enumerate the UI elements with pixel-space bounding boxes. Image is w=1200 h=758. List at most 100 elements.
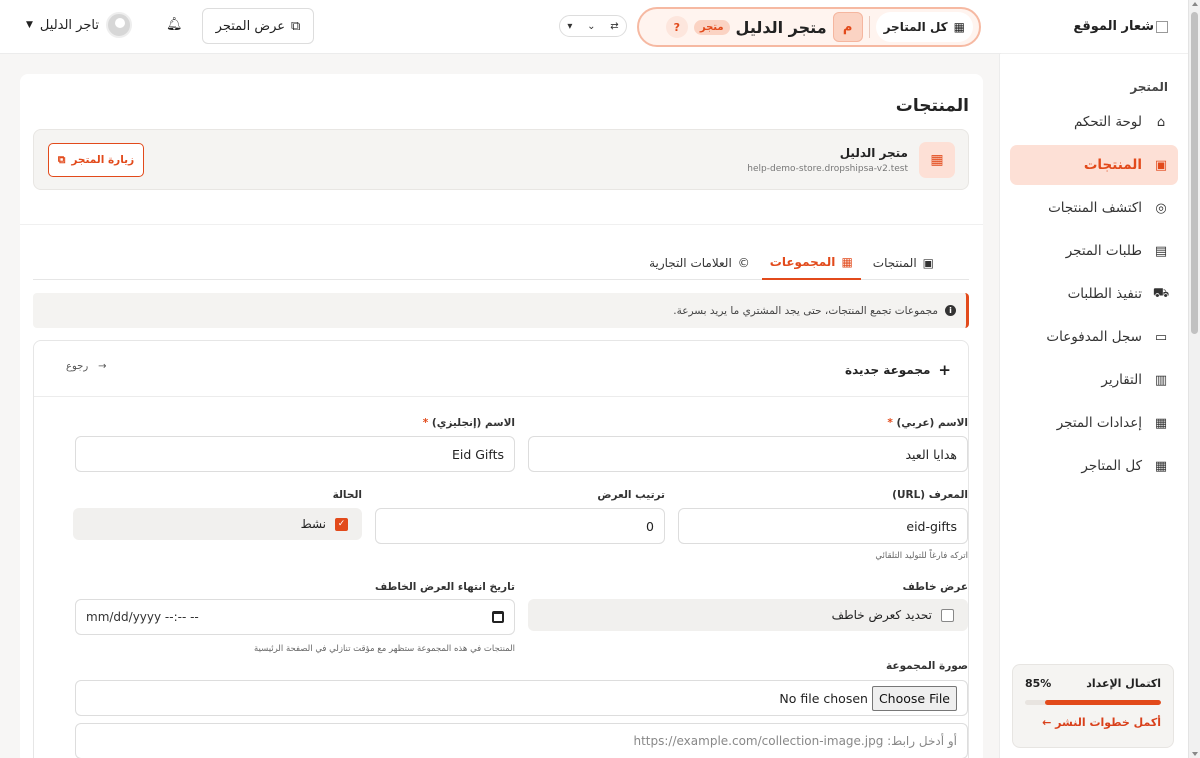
- tab-products[interactable]: ▣ المنتجات: [865, 246, 942, 280]
- scroll-thumb[interactable]: [1191, 12, 1198, 334]
- tab-label: المنتجات: [872, 256, 917, 270]
- tab-brands[interactable]: © العلامات التجارية: [641, 246, 758, 280]
- sidebar-item-label: تنفيذ الطلبات: [1067, 286, 1142, 302]
- flash-sale-toggle[interactable]: تحديد كعرض خاطف: [528, 599, 968, 631]
- all-stores-button[interactable]: ▦ كل المتاجر: [875, 12, 973, 42]
- name-en-input[interactable]: Eid Gifts: [75, 436, 515, 472]
- page-scrollbar[interactable]: [1188, 0, 1200, 758]
- truck-icon: ⛟: [1152, 285, 1170, 301]
- sidebar-item-label: طلبات المتجر: [1065, 243, 1142, 259]
- view-store-label: عرض المتجر: [215, 18, 286, 34]
- store-url: help-demo-store.dropshipsa-v2.test: [747, 164, 908, 174]
- sidebar-item-label: إعدادات المتجر: [1056, 415, 1142, 431]
- grid-icon: ▦: [1154, 458, 1168, 474]
- choose-file-button[interactable]: Choose File: [871, 685, 957, 711]
- display-order-label: ترتيب العرض: [597, 489, 665, 501]
- setup-progress-card: اكتمال الإعداد 85% أكمل خطوات النشر ←: [1012, 664, 1174, 748]
- sidebar-item-settings[interactable]: ▦ إعدادات المتجر: [1010, 403, 1178, 443]
- checkbox-icon[interactable]: [941, 608, 954, 622]
- sidebar-item-reports[interactable]: ▥ التقارير: [1010, 360, 1178, 400]
- scroll-up-icon[interactable]: [1192, 2, 1198, 6]
- flash-hint: المنتجات في هذه المجموعة ستظهر مع مؤقت ت…: [253, 644, 515, 654]
- calendar-icon[interactable]: [492, 611, 504, 623]
- sidebar-item-dashboard[interactable]: ⌂ لوحة التحكم: [1010, 102, 1178, 142]
- slug-hint: اتركه فارغاً للتوليد التلقائي: [875, 551, 968, 561]
- swap-icon: ⇄: [610, 20, 619, 32]
- name-ar-input[interactable]: هدايا العيد: [528, 436, 968, 472]
- home-icon: ⌂: [1156, 114, 1166, 130]
- sidebar-item-label: المنتجات: [1083, 157, 1142, 173]
- back-label: رجوع: [66, 361, 89, 372]
- receipt-icon: ▤: [1154, 243, 1168, 259]
- store-name: متجر الدليل: [839, 146, 908, 160]
- name-ar-label: الاسم (عربي) *: [528, 417, 968, 429]
- tab-collections[interactable]: ▦ المجموعات: [761, 246, 861, 280]
- arrow-right-icon: →: [98, 361, 107, 372]
- page-title: المنتجات: [895, 96, 969, 116]
- external-link-icon: ⧉: [291, 18, 301, 34]
- info-alert: i مجموعات تجمع المنتجات، حتى يجد المشتري…: [33, 293, 969, 328]
- sidebar-item-fulfillment[interactable]: ⛟ تنفيذ الطلبات: [1010, 274, 1178, 314]
- bell-icon[interactable]: 🔔︎: [166, 17, 183, 32]
- site-logo[interactable]: شعار الموقع: [1000, 0, 1188, 54]
- money-icon: ▭: [1154, 329, 1168, 345]
- slug-input[interactable]: eid-gifts: [678, 508, 968, 544]
- flash-sale-label: عرض خاطف: [902, 581, 968, 593]
- all-stores-label: كل المتاجر: [883, 20, 948, 34]
- plus-icon: +: [938, 361, 951, 379]
- view-store-button[interactable]: ⧉ عرض المتجر: [202, 8, 314, 44]
- collection-image-url-input[interactable]: أو أدخل رابط: https://example.com/collec…: [75, 723, 968, 758]
- box-icon: ▣: [922, 256, 934, 270]
- visit-store-label: زيارة المتجر: [71, 154, 135, 166]
- visit-store-button[interactable]: زيارة المتجر ⧉: [48, 143, 144, 177]
- complete-setup-link[interactable]: أكمل خطوات النشر ←: [1025, 716, 1161, 729]
- grid-icon: ▦: [841, 255, 853, 269]
- sidebar-item-label: كل المتاجر: [1081, 458, 1142, 474]
- sidebar-item-label: سجل المدفوعات: [1046, 329, 1142, 345]
- store-avatar: م: [832, 12, 863, 42]
- file-status: No file chosen: [779, 690, 868, 706]
- status-toggle[interactable]: ✓ نشط: [73, 508, 362, 540]
- store-icon: ▦: [1154, 415, 1168, 431]
- store-switcher-pill: ▦ كل المتاجر م متجر الدليل متجر ?: [637, 7, 981, 47]
- checkbox-checked-icon[interactable]: ✓: [335, 517, 348, 531]
- date-placeholder: mm/dd/yyyy --:-- --: [86, 610, 199, 624]
- flash-end-date-input[interactable]: mm/dd/yyyy --:-- --: [75, 599, 515, 635]
- chevron-down-icon: ⌄: [587, 20, 596, 32]
- avatar: [105, 12, 132, 38]
- help-icon[interactable]: ?: [665, 16, 688, 38]
- slug-label: المعرف (URL): [892, 489, 968, 501]
- external-link-icon: ⧉: [57, 153, 66, 166]
- store-switch-dropdown[interactable]: ⇄ ⌄ ▾: [559, 15, 627, 37]
- label-text: الاسم (عربي): [896, 417, 968, 429]
- user-name: تاجر الدليل: [39, 17, 99, 33]
- store-type-badge: متجر: [693, 19, 730, 35]
- user-menu[interactable]: تاجر الدليل ▼: [26, 12, 132, 38]
- divider: [20, 224, 983, 225]
- sidebar: شعار الموقع المتجر ⌂ لوحة التحكم ▣ المنت…: [999, 0, 1188, 758]
- tab-label: العلامات التجارية: [649, 256, 732, 270]
- collection-image-file-input[interactable]: No file chosen Choose File: [75, 680, 968, 716]
- caret-down-icon: ▾: [567, 20, 573, 32]
- display-order-input[interactable]: 0: [375, 508, 665, 544]
- sidebar-item-products[interactable]: ▣ المنتجات: [1010, 145, 1178, 185]
- sidebar-item-all-stores[interactable]: ▦ كل المتاجر: [1010, 446, 1178, 486]
- setup-title: اكتمال الإعداد: [1086, 677, 1161, 690]
- scroll-down-icon[interactable]: [1192, 752, 1198, 756]
- status-value: نشط: [300, 517, 326, 531]
- top-header: ▦ كل المتاجر م متجر الدليل متجر ? ⇄ ⌄ ▾ …: [0, 0, 1001, 54]
- sidebar-item-discover[interactable]: ◎ اكتشف المنتجات: [1010, 188, 1178, 228]
- sidebar-section-title: المتجر: [1130, 80, 1168, 94]
- back-button[interactable]: → رجوع: [66, 361, 107, 372]
- setup-progress-bar: [1025, 700, 1161, 705]
- form-header: + مجموعة جديدة → رجوع: [34, 341, 968, 397]
- current-store-name[interactable]: متجر الدليل: [736, 18, 827, 37]
- sidebar-item-label: اكتشف المنتجات: [1048, 200, 1142, 216]
- status-label: الحالة: [332, 489, 362, 501]
- info-icon: i: [945, 305, 956, 316]
- sidebar-item-label: التقارير: [1101, 372, 1142, 388]
- copyright-icon: ©: [737, 256, 750, 270]
- sidebar-item-payments[interactable]: ▭ سجل المدفوعات: [1010, 317, 1178, 357]
- sidebar-item-orders[interactable]: ▤ طلبات المتجر: [1010, 231, 1178, 271]
- divider: [868, 16, 870, 38]
